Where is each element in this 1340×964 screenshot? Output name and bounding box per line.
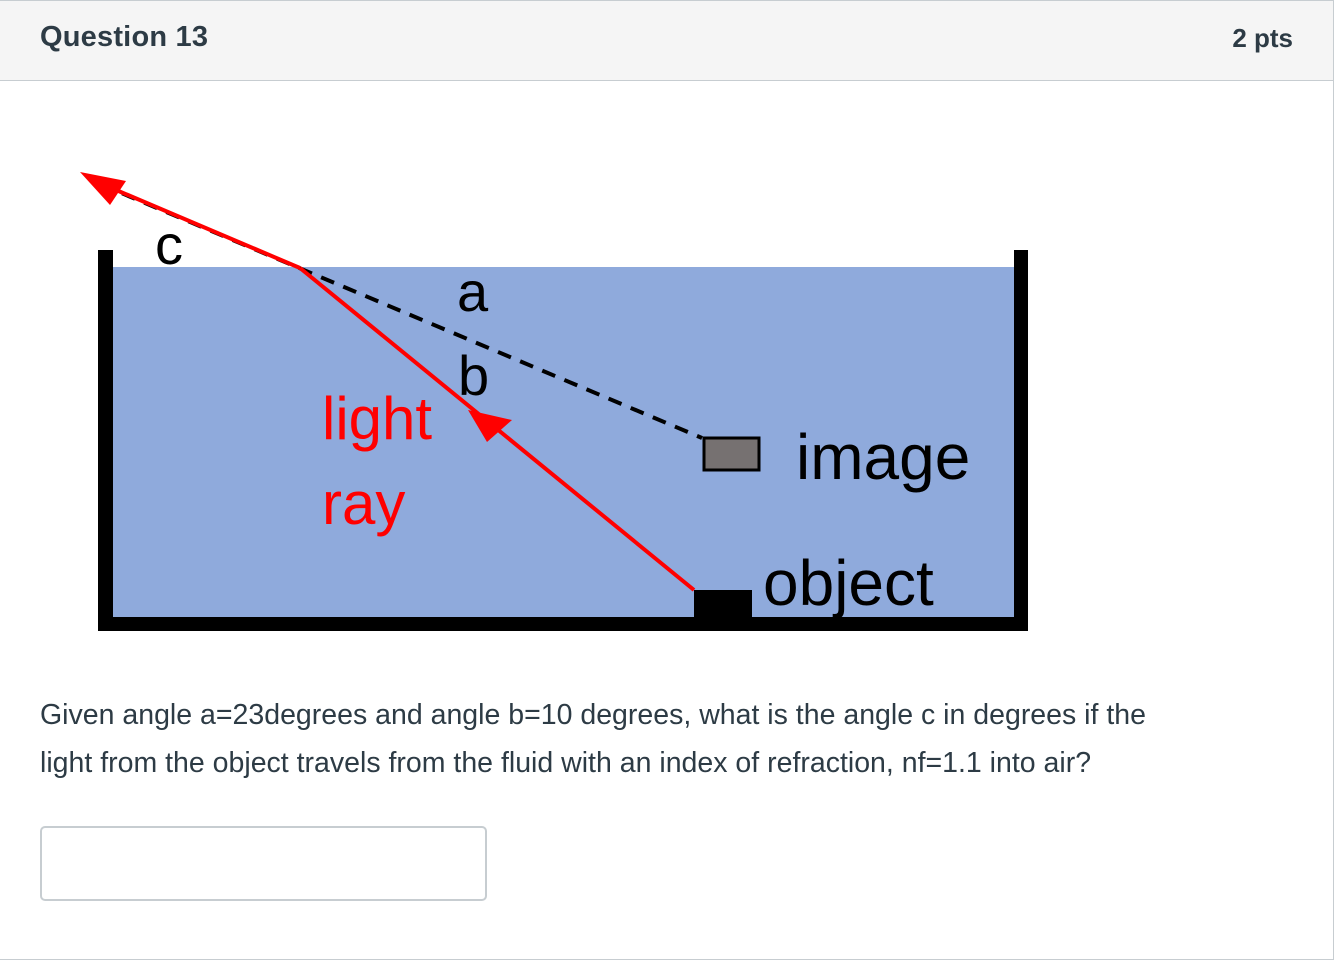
label-light: light bbox=[322, 385, 432, 452]
tank-left-wall bbox=[98, 250, 113, 631]
question-text-line-1: Given angle a=23degrees and angle b=10 d… bbox=[40, 699, 1146, 731]
label-object: object bbox=[763, 547, 934, 619]
tank-right-wall bbox=[1014, 250, 1028, 631]
refraction-diagram: c a b light ray image object bbox=[80, 172, 1028, 631]
question-text: Given angle a=23degrees and angle b=10 d… bbox=[40, 691, 1280, 787]
label-b: b bbox=[458, 344, 489, 407]
refracted-ray-air bbox=[101, 182, 301, 270]
image-box bbox=[702, 436, 761, 472]
label-a: a bbox=[457, 260, 489, 323]
tank-bottom bbox=[98, 617, 1028, 631]
object-block bbox=[694, 590, 752, 619]
label-ray: ray bbox=[322, 470, 405, 537]
label-c: c bbox=[155, 213, 183, 276]
label-image: image bbox=[796, 421, 970, 493]
answer-input[interactable] bbox=[40, 826, 487, 901]
ray-arrowhead-air bbox=[80, 172, 126, 205]
question-text-line-2: light from the object travels from the f… bbox=[40, 747, 1092, 779]
question-card: Question 13 2 pts c a b light ray image … bbox=[0, 0, 1334, 960]
question-title: Question 13 bbox=[40, 21, 209, 53]
question-points: 2 pts bbox=[1232, 23, 1293, 53]
question-header: Question 13 2 pts bbox=[0, 1, 1333, 81]
